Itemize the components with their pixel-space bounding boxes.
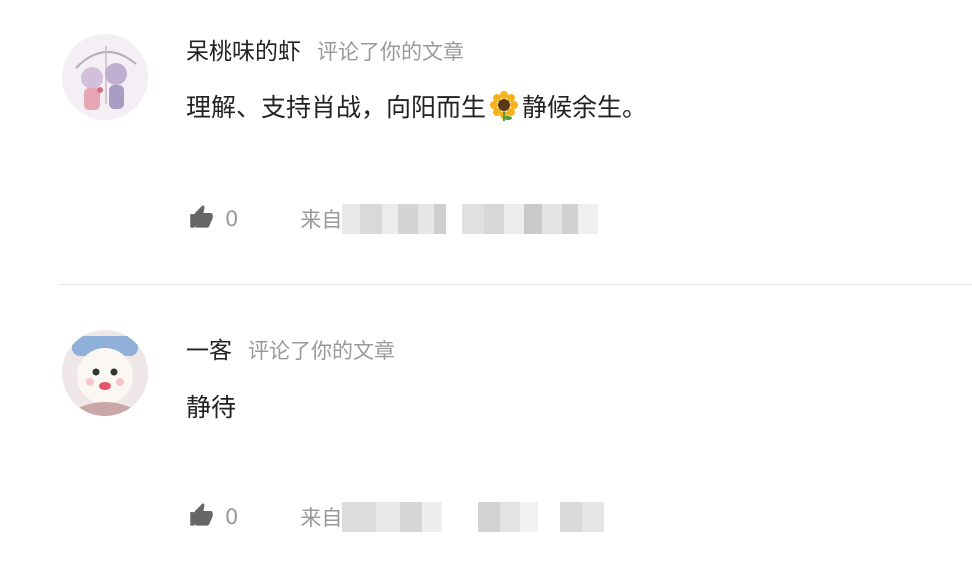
like-count: 0 [225,207,239,231]
comment-action-label: 评论了你的文章 [248,339,395,363]
avatar[interactable] [62,34,148,120]
comment-text: 静待 [186,388,236,424]
redacted-source [342,500,605,534]
source-label: 来自 [300,208,343,232]
source-label: 来自 [300,506,343,530]
avatar[interactable] [62,330,148,416]
like-count: 0 [225,505,239,529]
sunflower-icon [488,90,520,122]
username[interactable]: 一客 [186,331,232,365]
thumbs-up-icon [188,502,215,533]
like-button[interactable]: 0 [188,502,238,533]
thumbs-up-icon [188,204,215,235]
comment-action-label: 评论了你的文章 [317,40,464,64]
comment-text-part: 静候余生。 [522,93,648,122]
comment-text-part: 理解、支持肖战，向阳而生 [186,93,487,122]
comment-item: 一客 评论了你的文章 静待 0 来自 [0,285,972,562]
comment-item: 呆桃味的虾 评论了你的文章 理解、支持肖战，向阳而生 静候余生。 0 来自 [0,0,972,284]
redacted-source [342,202,599,236]
comment-text-part: 静待 [186,393,237,422]
comment-text: 理解、支持肖战，向阳而生 静候余生。 [186,88,647,124]
username[interactable]: 呆桃味的虾 [186,32,301,66]
like-button[interactable]: 0 [188,204,238,235]
